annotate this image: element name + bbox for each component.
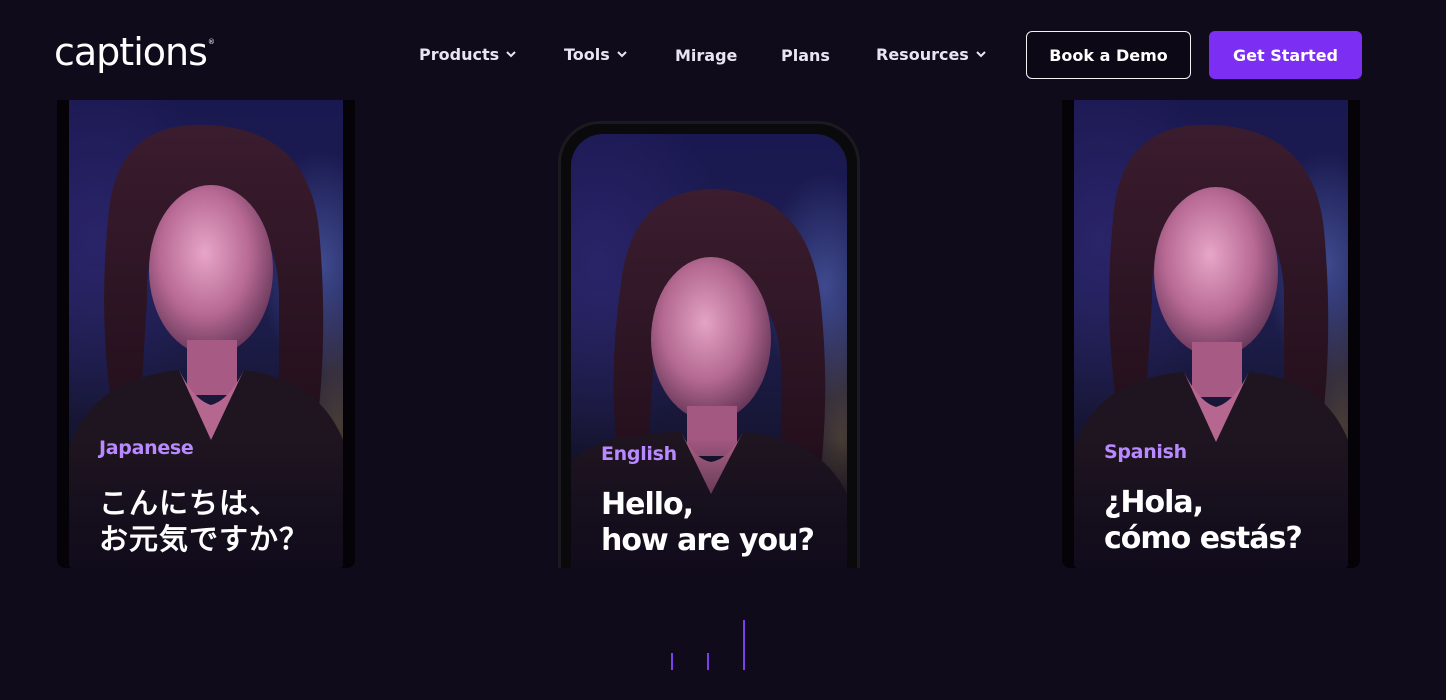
phone-card-english[interactable]: English Hello, how are you? [558, 121, 860, 568]
nav-resources-label: Resources [876, 44, 969, 64]
language-label: Spanish [1104, 441, 1187, 463]
video-screen: Japanese こんにちは、 お元気ですか？ [69, 100, 343, 568]
captions-logo[interactable]: captions® [54, 30, 215, 74]
logo-text: captions [54, 30, 208, 74]
book-demo-button[interactable]: Book a Demo [1026, 31, 1191, 79]
language-label: Japanese [99, 437, 194, 459]
nav-mirage-label: Mirage [675, 45, 738, 65]
nav-products-label: Products [419, 44, 500, 64]
video-screen: Spanish ¿Hola, cómo estás? [1074, 100, 1348, 568]
carousel-page-indicator-2[interactable] [707, 653, 709, 670]
caption-text: ¿Hola, cómo estás? [1104, 485, 1303, 556]
chevron-down-icon [975, 48, 987, 60]
carousel-page-indicator-3-active[interactable] [743, 620, 745, 670]
get-started-button[interactable]: Get Started [1209, 31, 1362, 79]
nav-tools[interactable]: Tools [564, 30, 628, 78]
phone-card-japanese[interactable]: Japanese こんにちは、 お元気ですか？ [57, 100, 355, 568]
nav-plans[interactable]: Plans [781, 31, 830, 79]
nav-tools-label: Tools [564, 44, 610, 64]
video-screen: English Hello, how are you? [571, 134, 847, 568]
nav-resources[interactable]: Resources [876, 30, 987, 78]
caption-text: Hello, how are you? [601, 487, 815, 558]
chevron-down-icon [616, 48, 628, 60]
nav-plans-label: Plans [781, 45, 830, 65]
phone-card-spanish[interactable]: Spanish ¿Hola, cómo estás? [1062, 100, 1360, 568]
chevron-down-icon [505, 48, 517, 60]
language-label: English [601, 443, 677, 465]
registered-mark: ® [207, 38, 215, 46]
carousel-page-indicator-1[interactable] [671, 653, 673, 670]
nav-products[interactable]: Products [419, 30, 517, 78]
caption-text: こんにちは、 お元気ですか？ [99, 486, 310, 556]
nav-mirage[interactable]: Mirage [675, 31, 737, 79]
